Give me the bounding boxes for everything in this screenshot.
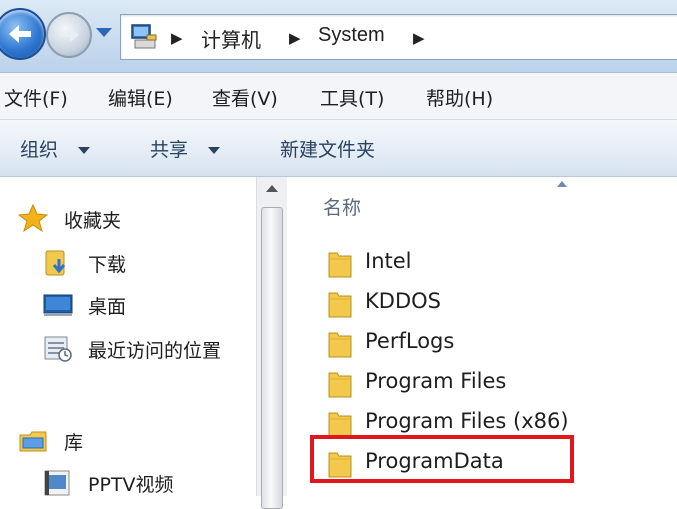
share-button[interactable]: 共享	[150, 135, 188, 162]
breadcrumb-separator-icon[interactable]: ▶	[289, 29, 301, 47]
nav-label: PPTV视频	[88, 474, 174, 496]
file-name: PerfLogs	[365, 329, 455, 353]
share-dropdown-icon[interactable]	[208, 147, 220, 154]
file-name: Program Files (x86)	[365, 409, 569, 433]
nav-label: 最近访问的位置	[88, 340, 222, 362]
address-box[interactable]: ▶ 计算机 ▶ System ▶	[120, 14, 677, 60]
breadcrumb-system[interactable]: System	[318, 24, 385, 47]
video-library-icon	[44, 470, 70, 496]
address-row: ▶ 计算机 ▶ System ▶	[0, 0, 677, 73]
file-name: Program Files	[365, 369, 507, 393]
forward-arrow-icon	[60, 28, 79, 42]
list-item[interactable]: Intel	[327, 245, 667, 281]
sort-ascending-icon	[557, 181, 567, 187]
back-button[interactable]	[0, 8, 46, 60]
menu-help[interactable]: 帮助(H)	[426, 84, 493, 111]
file-list-pane: 名称 Intel KDDOS PerfLogs Program Files Pr…	[287, 177, 677, 496]
navigation-pane: 收藏夹 下载 桌面 最近访问的位置 库 PPTV视频	[0, 177, 256, 496]
forward-button[interactable]	[46, 12, 92, 58]
menu-view[interactable]: 查看(V)	[212, 84, 278, 111]
organize-dropdown-icon[interactable]	[78, 147, 90, 154]
command-bar: 组织 共享 新建文件夹	[0, 120, 677, 177]
nav-label: 库	[64, 432, 84, 454]
menu-edit[interactable]: 编辑(E)	[108, 84, 173, 111]
breadcrumb-computer[interactable]: 计算机	[201, 24, 261, 53]
recent-places-icon	[44, 336, 72, 362]
folder-icon	[328, 332, 352, 358]
list-item[interactable]: PerfLogs	[327, 325, 667, 361]
back-arrow-icon	[9, 25, 31, 43]
star-icon	[18, 203, 49, 233]
recent-pages-dropdown-icon[interactable]	[96, 28, 112, 37]
folder-icon	[328, 372, 352, 398]
file-name: KDDOS	[365, 289, 441, 313]
list-item[interactable]: KDDOS	[327, 285, 667, 321]
desktop-icon	[43, 294, 73, 316]
nav-label: 下载	[88, 254, 127, 276]
folder-icon	[328, 252, 352, 278]
nav-pane-scrollbar[interactable]	[256, 177, 288, 509]
scroll-up-icon[interactable]	[266, 185, 278, 192]
computer-icon	[131, 24, 157, 49]
folder-icon	[328, 292, 352, 318]
download-folder-icon	[45, 250, 66, 276]
column-header-name[interactable]: 名称	[323, 193, 361, 220]
file-name: Intel	[365, 249, 412, 273]
nav-label: 收藏夹	[64, 210, 122, 232]
library-icon	[19, 431, 47, 452]
list-item[interactable]: Program Files	[327, 365, 667, 401]
menu-tools[interactable]: 工具(T)	[320, 84, 384, 111]
highlight-annotation-box	[310, 435, 574, 483]
menu-file[interactable]: 文件(F)	[4, 84, 68, 111]
organize-button[interactable]: 组织	[20, 135, 58, 162]
new-folder-button[interactable]: 新建文件夹	[280, 135, 375, 162]
breadcrumb-separator-icon[interactable]: ▶	[171, 29, 183, 47]
menu-bar: 文件(F) 编辑(E) 查看(V) 工具(T) 帮助(H)	[0, 73, 677, 120]
breadcrumb-separator-icon[interactable]: ▶	[413, 29, 425, 47]
scroll-thumb[interactable]	[261, 207, 283, 509]
nav-label: 桌面	[88, 296, 127, 318]
